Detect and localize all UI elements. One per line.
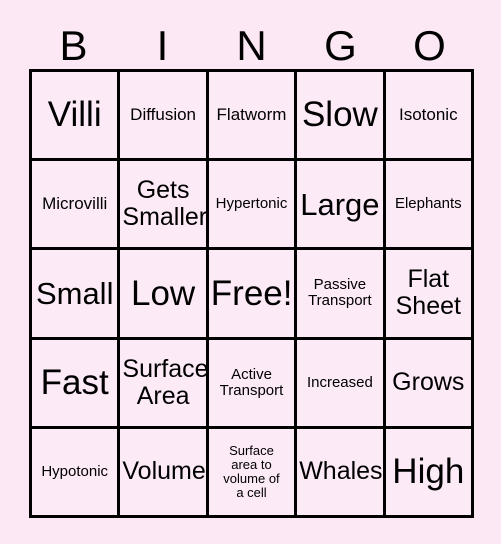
bingo-cell[interactable]: Surface Area [120,339,206,426]
bingo-cell-label: Flatworm [216,104,287,124]
bingo-cell[interactable]: Increased [297,339,383,426]
bingo-cell-label: Surface area to volume of a cell [223,442,280,500]
bingo-cell[interactable]: Slow [297,72,383,159]
bingo-cell-label: Whales [299,457,383,486]
header-letter-g: G [324,22,357,69]
bingo-cell[interactable]: Elephants [385,161,471,248]
bingo-cell-label: Grows [392,368,465,397]
bingo-cell-label: Hypertonic [215,195,288,213]
header-letter-b: B [59,22,88,69]
bingo-card: B I N G O Villi Diffusion Flatworm Slow Isot… [0,0,501,544]
bingo-cell-label: Hypotonic [41,462,109,480]
bingo-cell-label: Low [130,273,196,313]
bingo-cell[interactable]: Villi [32,72,118,159]
bingo-cell-label: Active Transport [219,365,284,399]
header-letter-o: O [413,22,446,69]
bingo-cell-label: Elephants [394,195,462,213]
bingo-cell[interactable]: Whales [297,428,383,515]
bingo-cell-label: High [392,451,465,491]
bingo-cell-label: Isotonic [399,104,458,124]
bingo-cell[interactable]: Hypotonic [32,428,118,515]
bingo-cell[interactable]: Small [32,250,118,337]
bingo-cell[interactable]: Microvilli [32,161,118,248]
bingo-cell[interactable]: Active Transport [208,339,295,426]
bingo-cell[interactable]: High [385,428,471,515]
bingo-grid: Villi Diffusion Flatworm Slow Isotonic Microv… [29,69,474,518]
bingo-cell[interactable]: Passive Transport [297,250,383,337]
bingo-cell-label: Microvilli [42,194,108,214]
bingo-cell-label: Large [300,186,380,222]
bingo-cell-label: Surface Area [122,354,206,410]
bingo-cell[interactable]: Fast [32,339,118,426]
bingo-cell[interactable]: Grows [385,339,471,426]
bingo-cell-label: Flat Sheet [395,265,461,321]
header-letter-n: N [236,22,267,69]
bingo-header: B I N G O [29,18,474,68]
bingo-cell[interactable]: Volume [120,428,206,515]
bingo-cell-label: Gets Smaller [122,176,206,232]
bingo-cell[interactable]: Gets Smaller [120,161,206,248]
bingo-cell[interactable]: Flatworm [208,72,295,159]
bingo-cell[interactable]: Large [297,161,383,248]
bingo-cell[interactable]: Surface area to volume of a cell [208,428,295,515]
bingo-cell[interactable]: Hypertonic [208,161,295,248]
bingo-cell-label: Passive Transport [308,276,372,310]
bingo-cell-label: Fast [40,362,109,402]
bingo-cell[interactable]: Flat Sheet [385,250,471,337]
bingo-cell-label: Villi [47,95,102,135]
bingo-cell[interactable]: Isotonic [385,72,471,159]
bingo-cell-label: Free! [210,273,293,313]
bingo-cell[interactable]: Low [120,250,206,337]
bingo-cell-label: Volume [122,457,206,486]
bingo-cell[interactable]: Free! [208,250,295,337]
bingo-cell-label: Small [35,275,114,311]
bingo-cell[interactable]: Diffusion [120,72,206,159]
bingo-cell-label: Diffusion [130,104,197,124]
header-letter-i: I [156,22,169,69]
bingo-cell-label: Slow [301,95,378,135]
bingo-cell-label: Increased [306,373,373,391]
